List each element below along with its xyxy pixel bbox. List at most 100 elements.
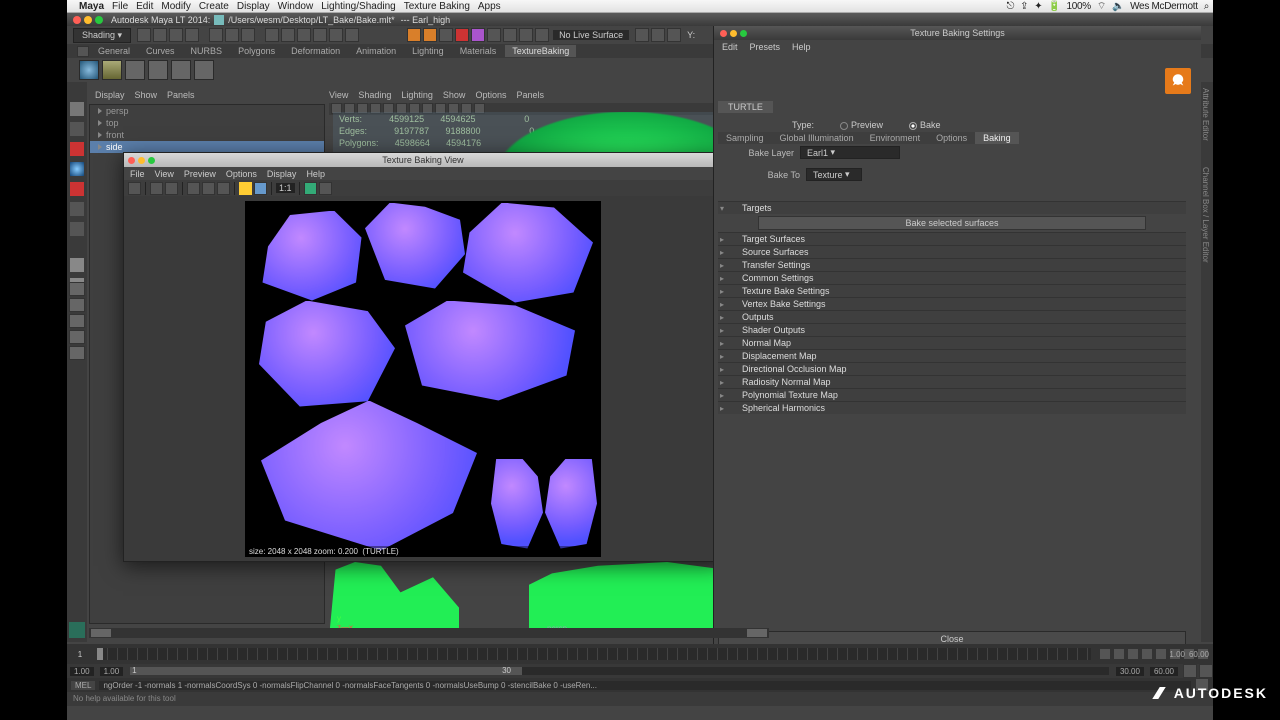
range-field[interactable]: 60.00 (1150, 667, 1178, 676)
select-tool-icon[interactable] (70, 102, 84, 116)
tbv-tool-icon[interactable] (254, 182, 267, 195)
menu-item[interactable]: Help (306, 169, 325, 179)
render-icon[interactable] (439, 28, 453, 42)
snap-icon[interactable] (345, 28, 359, 42)
section-item[interactable]: ▸Common Settings (718, 271, 1186, 284)
menu-item[interactable]: Presets (750, 42, 781, 52)
tbv-tool-icon[interactable] (128, 182, 141, 195)
turtle-tab[interactable]: TURTLE (718, 101, 773, 113)
tbv-tool-icon[interactable] (150, 182, 163, 195)
shelf-tab[interactable]: Deformation (284, 45, 347, 57)
prefs-icon[interactable] (1199, 664, 1213, 678)
minimize-icon[interactable] (730, 30, 737, 37)
tab-sampling[interactable]: Sampling (718, 132, 772, 144)
shelf-collapse-icon[interactable] (77, 46, 89, 57)
section-item[interactable]: ▸Target Surfaces (718, 232, 1186, 245)
rotate-tool-icon[interactable] (70, 162, 84, 176)
step-fwd-icon[interactable] (1155, 648, 1167, 660)
bake-layer-dropdown[interactable]: Earl1 ▾ (800, 146, 900, 159)
range-field[interactable]: 1.00 (70, 667, 94, 676)
menu-item[interactable]: Panels (167, 90, 195, 104)
h-scrollbar[interactable] (89, 628, 769, 638)
render-icon[interactable] (423, 28, 437, 42)
layout-preset-icon[interactable] (69, 330, 85, 344)
layout-preset-icon[interactable] (69, 298, 85, 312)
menu-item[interactable]: Help (792, 42, 811, 52)
minimize-icon[interactable] (138, 157, 145, 164)
tbv-tool-icon[interactable] (165, 182, 178, 195)
command-line[interactable]: MEL ngOrder -1 -normals 1 -normalsCoordS… (67, 678, 1213, 692)
shelf-tab[interactable]: Curves (139, 45, 182, 57)
spotlight-icon[interactable]: ⌕ (1204, 1, 1209, 12)
menu-create[interactable]: Create (199, 1, 229, 12)
section-item[interactable]: ▸Outputs (718, 310, 1186, 323)
close-icon[interactable] (73, 16, 81, 24)
autokey-icon[interactable] (1183, 664, 1197, 678)
section-item[interactable]: ▸Radiosity Normal Map (718, 375, 1186, 388)
section-item[interactable]: ▸Directional Occlusion Map (718, 362, 1186, 375)
tool-icon[interactable] (169, 28, 183, 42)
live-surface-field[interactable]: No Live Surface (553, 30, 629, 40)
tbv-tool-icon[interactable] (304, 182, 317, 195)
tbv-titlebar[interactable]: Texture Baking View (124, 153, 722, 167)
zoom-icon[interactable] (740, 30, 747, 37)
layout-icon[interactable] (70, 258, 84, 272)
menu-item[interactable]: File (130, 169, 145, 179)
render-icon[interactable] (519, 28, 533, 42)
minimize-icon[interactable] (84, 16, 92, 24)
step-back-icon[interactable] (1113, 648, 1125, 660)
menu-item[interactable]: Preview (184, 169, 216, 179)
menu-item[interactable]: Shading (358, 90, 391, 104)
menu-window[interactable]: Window (278, 1, 314, 12)
shelf-tab[interactable]: NURBS (184, 45, 230, 57)
shelf-tab[interactable]: Materials (453, 45, 504, 57)
layout-preset-icon[interactable] (69, 282, 85, 296)
range-field[interactable]: 30.00 (1116, 667, 1144, 676)
menu-display[interactable]: Display (237, 1, 270, 12)
lasso-tool-icon[interactable] (70, 122, 84, 136)
tool-icon[interactable] (225, 28, 239, 42)
tab-options[interactable]: Options (928, 132, 975, 144)
menu-edit[interactable]: Edit (136, 1, 153, 12)
user-name[interactable]: Wes McDermott (1130, 1, 1198, 12)
menu-texbake[interactable]: Texture Baking (404, 1, 470, 12)
shelf-tab[interactable]: General (91, 45, 137, 57)
tool-icon[interactable] (185, 28, 199, 42)
zoom-1to1-button[interactable]: 1:1 (276, 183, 295, 193)
tool-icon[interactable] (241, 28, 255, 42)
baked-texture-preview[interactable]: size: 2048 x 2048 zoom: 0.200 (TURTLE) F… (245, 201, 601, 557)
close-icon[interactable] (128, 157, 135, 164)
color-swatch-icon[interactable] (239, 182, 252, 195)
attribute-editor-tab[interactable]: Attribute Editor (1201, 82, 1210, 141)
section-targets[interactable]: ▾Targets (718, 201, 1186, 214)
shelf-tab[interactable]: TextureBaking (505, 45, 576, 57)
tool-icon[interactable] (651, 28, 665, 42)
menu-item[interactable]: View (329, 90, 348, 104)
app-name[interactable]: Maya (79, 1, 104, 12)
tool-icon[interactable] (70, 202, 84, 216)
snap-icon[interactable] (329, 28, 343, 42)
shelf-icon[interactable] (194, 60, 214, 80)
tab-gi[interactable]: Global Illumination (772, 132, 862, 144)
section-item[interactable]: ▸Normal Map (718, 336, 1186, 349)
zoom-icon[interactable] (148, 157, 155, 164)
shelf-icon[interactable] (79, 60, 99, 80)
section-item[interactable]: ▸Transfer Settings (718, 258, 1186, 271)
menu-item[interactable]: Display (267, 169, 297, 179)
settings-titlebar[interactable]: Texture Baking Settings (714, 26, 1201, 40)
menu-item[interactable]: Show (443, 90, 466, 104)
section-item[interactable]: ▸Source Surfaces (718, 245, 1186, 258)
snap-icon[interactable] (313, 28, 327, 42)
menu-item[interactable]: Display (95, 90, 125, 104)
tbv-canvas[interactable]: size: 2048 x 2048 zoom: 0.200 (TURTLE) F… (124, 196, 722, 561)
tab-baking[interactable]: Baking (975, 132, 1019, 144)
scale-tool-icon[interactable] (70, 182, 84, 196)
section-item[interactable]: ▸Texture Bake Settings (718, 284, 1186, 297)
tool-icon[interactable] (635, 28, 649, 42)
bake-to-dropdown[interactable]: Texture ▾ (806, 168, 862, 181)
snap-icon[interactable] (281, 28, 295, 42)
tool-icon[interactable] (153, 28, 167, 42)
shelf-icon[interactable] (125, 60, 145, 80)
menu-item[interactable]: Lighting (401, 90, 433, 104)
mac-menubar[interactable]: Maya File Edit Modify Create Display Win… (67, 0, 1213, 13)
